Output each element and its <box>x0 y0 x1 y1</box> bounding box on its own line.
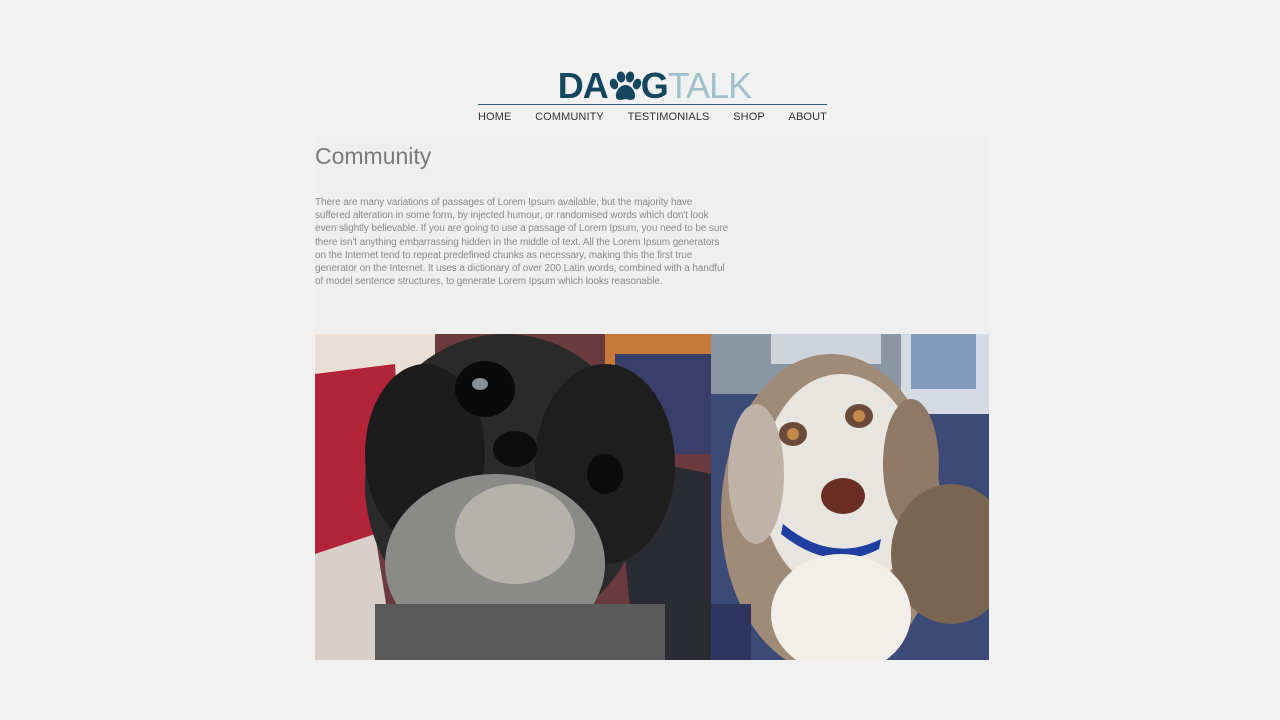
logo-text-talk: TALK <box>667 65 752 106</box>
nav-shop[interactable]: SHOP <box>733 111 765 123</box>
photo-merle-dog[interactable] <box>711 334 989 660</box>
page-title: Community <box>315 143 432 169</box>
logo-text-g: G <box>640 65 669 106</box>
page-description: There are many variations of passages of… <box>315 197 728 288</box>
site-header: DA G TALK HOME COMMUNITY TESTIMONIALS SH… <box>478 66 827 123</box>
nav-community[interactable]: COMMUNITY <box>535 111 604 123</box>
main-content: Community There are many variations of p… <box>315 135 989 660</box>
nav-home[interactable]: HOME <box>478 111 511 123</box>
nav-about[interactable]: ABOUT <box>789 111 827 123</box>
site-logo[interactable]: DA G TALK <box>478 66 827 104</box>
paw-print-icon <box>608 71 642 103</box>
photo-black-dog[interactable] <box>315 334 711 660</box>
photo-gallery <box>315 334 989 660</box>
logo-text-da: DA <box>557 65 609 106</box>
main-nav: HOME COMMUNITY TESTIMONIALS SHOP ABOUT <box>478 111 827 123</box>
nav-testimonials[interactable]: TESTIMONIALS <box>628 111 710 123</box>
